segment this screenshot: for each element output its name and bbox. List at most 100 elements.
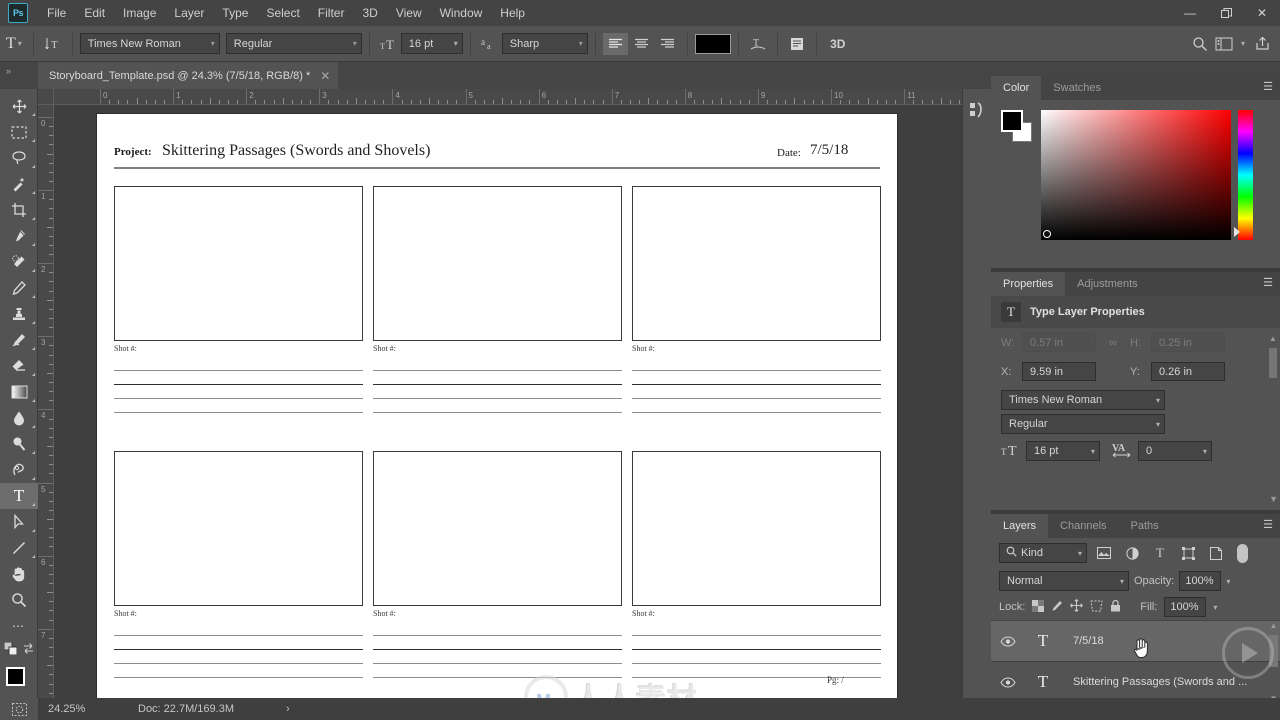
shape-filter-icon[interactable] (1177, 543, 1199, 563)
font-size-field[interactable]: 16 pt ▾ (400, 33, 463, 54)
properties-font-family-select[interactable]: Times New Roman ▾ (1001, 390, 1165, 410)
storyboard-frame-3[interactable] (632, 186, 881, 341)
layer-row-2[interactable]: T Skittering Passages (Swords and ... (991, 662, 1280, 703)
status-expand-icon[interactable]: › (286, 703, 290, 715)
tab-properties[interactable]: Properties (991, 272, 1066, 296)
layer-thumbnail[interactable]: T (1025, 623, 1061, 659)
storyboard-frame-5[interactable] (373, 451, 622, 606)
layer-filter-kind-select[interactable]: Kind ▾ (999, 543, 1087, 563)
brush-tool[interactable] (0, 275, 38, 301)
eyedropper-tool[interactable] (0, 223, 38, 249)
align-center-icon[interactable] (629, 33, 654, 55)
properties-font-style-select[interactable]: Regular ▾ (1001, 414, 1165, 434)
menu-3d[interactable]: 3D (353, 2, 386, 24)
color-picker-marker[interactable] (1043, 230, 1051, 238)
pixel-filter-icon[interactable] (1093, 543, 1115, 563)
blend-mode-select[interactable]: Normal ▾ (999, 571, 1129, 591)
opacity-field[interactable]: 100% (1179, 571, 1222, 591)
align-right-icon[interactable] (655, 33, 680, 55)
link-dimensions-icon[interactable]: ∞ (1102, 337, 1124, 349)
layer-name-2[interactable]: Skittering Passages (Swords and ... (1073, 676, 1247, 688)
path-selection-tool[interactable] (0, 509, 38, 535)
scroll-up-icon[interactable]: ▲ (1269, 621, 1278, 630)
color-panel[interactable] (991, 100, 1280, 268)
document-tab[interactable]: Storyboard_Template.psd @ 24.3% (7/5/18,… (38, 62, 339, 89)
storyboard-frame-1[interactable] (114, 186, 363, 341)
ruler-origin[interactable] (38, 89, 54, 105)
hue-strip[interactable] (1238, 110, 1253, 240)
menu-file[interactable]: File (38, 2, 75, 24)
history-brush-tool[interactable] (0, 327, 38, 353)
chevron-down-icon[interactable]: ▾ (1236, 32, 1250, 56)
dodge-tool[interactable] (0, 431, 38, 457)
swap-colors-icon[interactable] (22, 642, 35, 658)
menu-select[interactable]: Select (257, 2, 308, 24)
canvas-area[interactable]: Project: Skittering Passages (Swords and… (54, 105, 962, 698)
lock-position-icon[interactable] (1070, 599, 1084, 615)
zoom-level-text[interactable]: 24.25% (38, 703, 100, 715)
align-left-icon[interactable] (602, 32, 628, 55)
crop-tool[interactable] (0, 197, 38, 223)
menu-view[interactable]: View (387, 2, 431, 24)
properties-tracking-field[interactable]: 0 ▾ (1138, 441, 1212, 461)
y-field[interactable]: 0.26 in (1151, 362, 1225, 381)
smart-object-filter-icon[interactable] (1205, 543, 1227, 563)
x-field[interactable]: 9.59 in (1022, 362, 1096, 381)
close-icon[interactable]: ✕ (320, 69, 330, 83)
restore-button[interactable] (1208, 0, 1244, 26)
tab-channels[interactable]: Channels (1048, 514, 1119, 538)
tab-swatches[interactable]: Swatches (1041, 76, 1113, 100)
hand-tool[interactable] (0, 561, 38, 587)
move-tool[interactable] (0, 93, 38, 119)
search-icon[interactable] (1188, 32, 1212, 56)
menu-window[interactable]: Window (431, 2, 492, 24)
spot-healing-brush-tool[interactable] (0, 249, 38, 275)
color-foreground-swatch[interactable] (1001, 110, 1023, 132)
tab-paths[interactable]: Paths (1118, 514, 1171, 538)
font-style-select[interactable]: Regular ▾ (225, 33, 362, 54)
type-tool[interactable]: T (0, 483, 38, 509)
scrollbar-thumb[interactable] (1269, 635, 1278, 667)
anti-alias-select[interactable]: Sharp ▾ (501, 33, 588, 54)
layer-visibility-icon[interactable] (991, 635, 1025, 647)
filter-enable-toggle[interactable] (1237, 543, 1248, 563)
default-colors-icon[interactable] (3, 641, 17, 658)
storyboard-frame-2[interactable] (373, 186, 622, 341)
adjustment-filter-icon[interactable] (1121, 543, 1143, 563)
minimize-button[interactable]: — (1172, 0, 1208, 26)
quick-mask-icon[interactable] (0, 698, 38, 720)
gradient-tool[interactable] (0, 379, 38, 405)
menu-filter[interactable]: Filter (309, 2, 354, 24)
layer-name-1[interactable]: 7/5/18 (1073, 635, 1104, 647)
menu-image[interactable]: Image (114, 2, 165, 24)
project-title-text[interactable]: Skittering Passages (Swords and Shovels) (162, 142, 430, 160)
rectangular-marquee-tool[interactable] (0, 119, 38, 145)
color-picker-field[interactable] (1041, 110, 1231, 240)
foreground-color-swatch[interactable] (6, 667, 25, 686)
zoom-tool[interactable] (0, 587, 38, 613)
menu-type[interactable]: Type (213, 2, 257, 24)
workspace-switcher-icon[interactable] (1212, 32, 1236, 56)
scrollbar-thumb[interactable] (1269, 348, 1277, 378)
type-filter-icon[interactable]: T (1149, 543, 1171, 563)
layers-scrollbar[interactable]: ▲ ▼ (1269, 621, 1278, 703)
lock-transparent-pixels-icon[interactable] (1032, 599, 1045, 615)
tab-adjustments[interactable]: Adjustments (1065, 272, 1150, 296)
share-icon[interactable] (1250, 32, 1274, 56)
character-paragraph-panel-icon[interactable] (785, 32, 809, 56)
chevron-down-icon[interactable]: ▾ (18, 39, 22, 48)
toggle-text-orientation-icon[interactable]: T (41, 32, 65, 56)
text-color-swatch[interactable] (694, 33, 731, 54)
tab-color[interactable]: Color (991, 76, 1042, 100)
chevron-down-icon[interactable]: ▾ (1213, 603, 1217, 612)
close-button[interactable]: ✕ (1244, 0, 1280, 26)
clone-stamp-tool[interactable] (0, 301, 38, 327)
foreground-background-colors[interactable] (0, 665, 38, 699)
edit-toolbar-icon[interactable]: ⋯ (0, 613, 38, 639)
properties-scrollbar[interactable]: ▲ (1269, 334, 1277, 489)
lock-artboard-nesting-icon[interactable] (1090, 600, 1103, 615)
storyboard-frame-6[interactable] (632, 451, 881, 606)
tab-layers[interactable]: Layers (991, 514, 1049, 538)
scroll-up-icon[interactable]: ▲ (1269, 334, 1277, 343)
panel-menu-icon[interactable]: ☰ (1263, 82, 1273, 93)
